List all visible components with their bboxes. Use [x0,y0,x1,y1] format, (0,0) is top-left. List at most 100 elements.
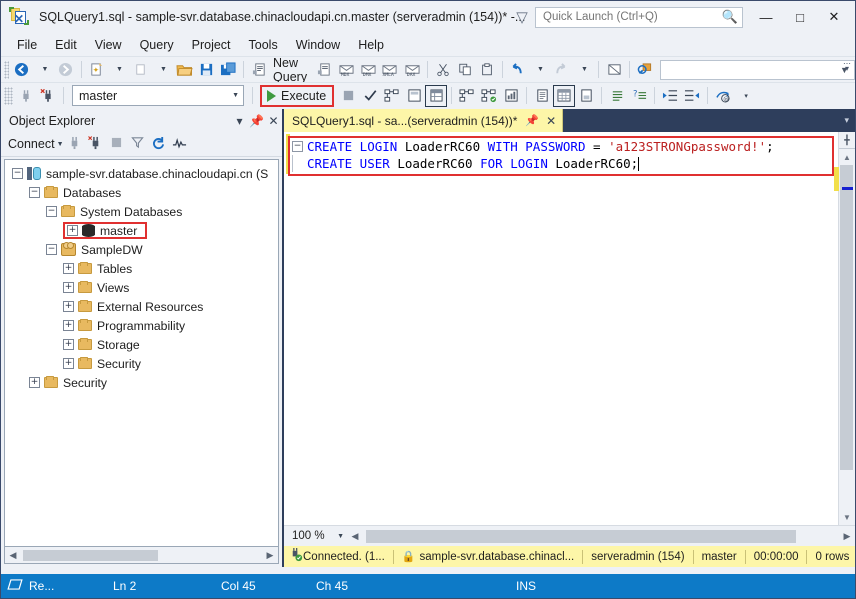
results-to-grid-icon[interactable] [553,84,576,107]
new-mdx-query-icon[interactable]: MDX [335,59,357,81]
disconnect-plug-icon[interactable] [37,85,59,107]
zoom-selector[interactable]: 100 % ▼ [287,527,347,545]
chevron-down-icon[interactable]: ▼ [232,92,239,99]
specify-values-for-template-parameters-icon[interactable]: @ [712,85,734,107]
copy-icon[interactable] [454,59,476,81]
toolbar-grip[interactable] [4,60,9,79]
refresh-icon[interactable] [148,136,169,153]
execute-button[interactable]: Execute [260,84,335,107]
connect-plug-icon[interactable] [64,136,85,153]
new-dax-query-icon[interactable]: DAX [401,59,423,81]
scroll-track[interactable] [834,165,855,509]
toolbar-overflow-button[interactable]: ⋯ ▾ [843,60,851,73]
comment-lines-icon[interactable] [606,85,628,107]
object-explorer-hscrollbar[interactable]: ◀ ▶ [4,547,279,564]
tabstrip-dropdown[interactable]: ▾ [844,109,855,132]
filter-funnel-icon[interactable] [127,136,148,152]
tree-expander[interactable]: + [63,358,74,369]
pin-icon[interactable]: 📌 [525,114,539,127]
tree-expander[interactable]: − [29,187,40,198]
scroll-thumb[interactable] [366,529,796,543]
tree-expander[interactable]: + [63,301,74,312]
new-query-button[interactable]: New Query [270,56,313,84]
chevron-down-icon[interactable]: ▾ [844,115,849,126]
scroll-up-arrow-icon[interactable]: ▲ [839,149,855,165]
tree-node-external-resources[interactable]: + External Resources [5,297,278,316]
tree-node-security[interactable]: + Security [5,354,278,373]
scroll-left-arrow-icon[interactable]: ◀ [5,550,21,561]
scroll-down-arrow-icon[interactable]: ▼ [839,509,855,525]
code-surface[interactable]: − CREATE LOGIN LoaderRC60 WITH PASSWORD =… [284,132,838,525]
add-item-dropdown[interactable]: ▼ [151,59,173,81]
menu-tools[interactable]: Tools [240,36,287,54]
uncomment-lines-icon[interactable]: ? [628,85,650,107]
new-project-dropdown[interactable]: ▼ [107,59,129,81]
collapse-toggle-icon[interactable]: − [292,141,303,152]
close-button[interactable]: ✕ [817,2,851,32]
new-query-with-current-connection-icon[interactable] [313,59,335,81]
connect-plug-icon[interactable] [15,85,37,107]
editor-hscrollbar[interactable] [364,527,838,545]
scroll-thumb[interactable] [834,165,853,470]
close-icon[interactable]: ✕ [265,114,282,128]
cut-icon[interactable] [432,59,454,81]
scroll-track[interactable] [21,547,262,563]
results-to-file-icon[interactable] [575,85,597,107]
tree-expander[interactable]: + [63,339,74,350]
save-icon[interactable] [195,59,217,81]
activity-monitor-icon[interactable] [169,137,190,152]
undo-icon[interactable] [506,59,528,81]
scroll-right-arrow-icon[interactable]: ▶ [262,550,278,561]
disconnect-plug-icon[interactable] [85,135,106,153]
tree-node-databases[interactable]: − Databases [5,183,278,202]
navigate-forward-button[interactable] [55,59,77,81]
navigate-backward-dropdown[interactable]: ▼ [33,59,55,81]
connect-button[interactable]: Connect ▼ [8,137,64,151]
new-query-icon[interactable] [248,59,270,81]
add-new-item-icon[interactable] [129,59,151,81]
menu-window[interactable]: Window [287,36,349,54]
tab-close-icon[interactable]: ✕ [546,114,556,128]
tree-node-views[interactable]: + Views [5,278,278,297]
tree-expander[interactable]: − [46,206,57,217]
quick-launch-box[interactable]: 🔍 [535,6,743,28]
pin-icon[interactable]: 📌 [248,114,265,128]
database-selector[interactable]: master ▼ [72,85,244,106]
split-view-handle[interactable]: ╋ [839,132,855,149]
new-project-icon[interactable]: ✦ [85,59,107,81]
menu-project[interactable]: Project [183,36,240,54]
chevron-down-icon[interactable]: ▾ [231,114,248,128]
toolbar-grip[interactable] [4,86,13,105]
tree-node-sample-svr-database-chinacloudapi-cn-s[interactable]: − sample-svr.database.chinacloudapi.cn (S [5,164,278,183]
navigate-backward-button[interactable] [11,59,33,81]
tree-node-master[interactable]: + master [5,221,278,240]
undo-dropdown[interactable]: ▼ [528,59,550,81]
query-options-icon[interactable] [403,85,425,107]
object-explorer-tree[interactable]: − sample-svr.database.chinacloudapi.cn (S… [4,159,279,547]
results-pane-toggle-icon[interactable] [425,84,448,107]
chevron-down-icon[interactable]: ▼ [57,141,64,148]
editor-vscrollbar[interactable]: ╋ ▲ ▼ [834,132,855,525]
stop-icon[interactable] [106,137,127,151]
paste-icon[interactable] [476,59,498,81]
tree-node-security[interactable]: + Security [5,373,278,392]
tree-expander[interactable]: + [63,320,74,331]
maximize-button[interactable]: □ [783,2,817,32]
scroll-left-arrow-icon[interactable]: ◀ [347,531,363,542]
code-line[interactable]: − CREATE LOGIN LoaderRC60 WITH PASSWORD =… [292,138,836,155]
scroll-right-arrow-icon[interactable]: ▶ [839,531,855,542]
save-all-icon[interactable] [217,59,239,81]
minimize-button[interactable]: — [749,2,783,32]
edit-query-designer-icon[interactable] [603,59,625,81]
include-client-statistics-icon[interactable] [500,85,522,107]
tree-node-storage[interactable]: + Storage [5,335,278,354]
code-line[interactable]: CREATE USER LoaderRC60 FOR LOGIN LoaderR… [292,155,836,172]
redo-icon[interactable] [550,59,572,81]
tree-expander[interactable]: + [63,282,74,293]
results-to-text-icon[interactable] [531,85,553,107]
tree-expander[interactable]: − [46,244,57,255]
redo-dropdown[interactable]: ▼ [572,59,594,81]
display-estimated-execution-plan-icon[interactable] [381,85,403,107]
chevron-down-icon[interactable]: ▼ [337,533,344,540]
tree-node-system-databases[interactable]: − System Databases [5,202,278,221]
